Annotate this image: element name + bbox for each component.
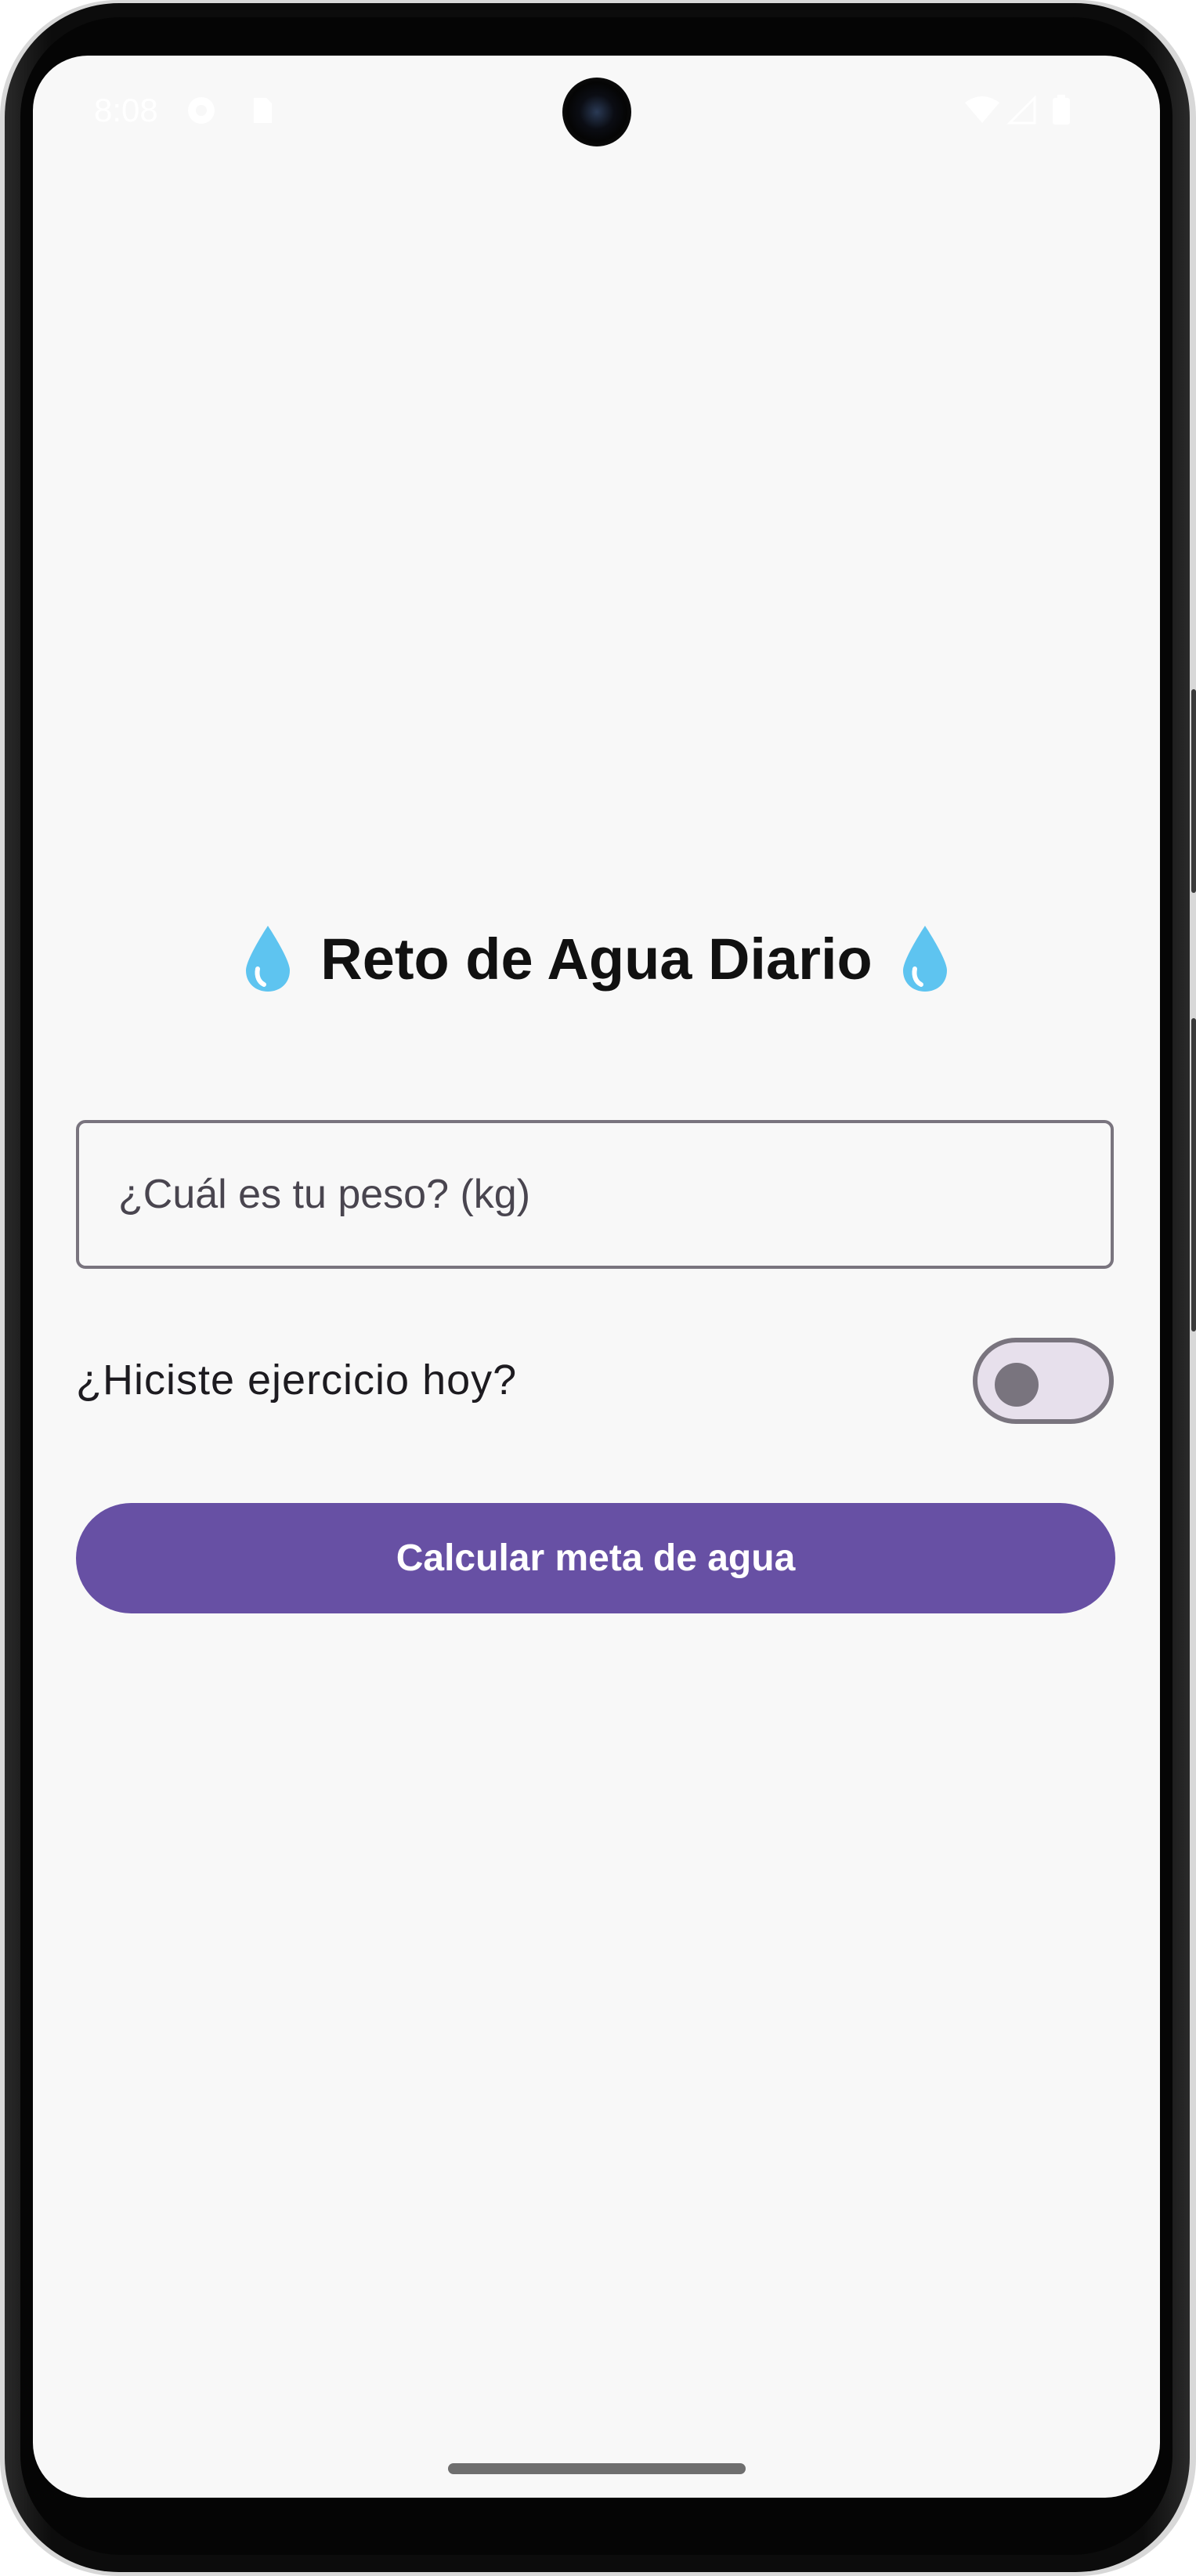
phone-frame: 8:08 Reto de Agua Diario ¿Cuál es tu pes…: [0, 0, 1196, 2576]
status-bar: 8:08: [33, 56, 1160, 173]
water-drop-icon: [902, 926, 947, 992]
title-text: Reto de Agua Diario: [320, 926, 873, 992]
power-button: [1191, 689, 1196, 893]
page-title: Reto de Agua Diario: [33, 923, 1160, 994]
exercise-toggle[interactable]: [973, 1338, 1114, 1424]
status-time: 8:08: [94, 92, 158, 128]
weight-field[interactable]: [76, 1120, 1114, 1269]
wifi-icon: [965, 96, 999, 123]
home-indicator[interactable]: [448, 2463, 746, 2474]
front-camera: [562, 78, 631, 146]
screen: 8:08 Reto de Agua Diario ¿Cuál es tu pes…: [33, 56, 1160, 2498]
cellular-signal-icon: [1006, 95, 1036, 125]
exercise-label: ¿Hiciste ejercicio hoy?: [76, 1357, 518, 1404]
volume-button: [1191, 1018, 1196, 1331]
sim-card-icon: [254, 98, 272, 123]
weight-input[interactable]: [118, 1123, 1058, 1266]
settings-status-icon: [188, 97, 215, 124]
calculate-button[interactable]: Calcular meta de agua: [76, 1503, 1115, 1613]
water-drop-icon: [246, 926, 291, 992]
battery-icon: [1053, 95, 1070, 125]
toggle-thumb: [995, 1363, 1039, 1407]
